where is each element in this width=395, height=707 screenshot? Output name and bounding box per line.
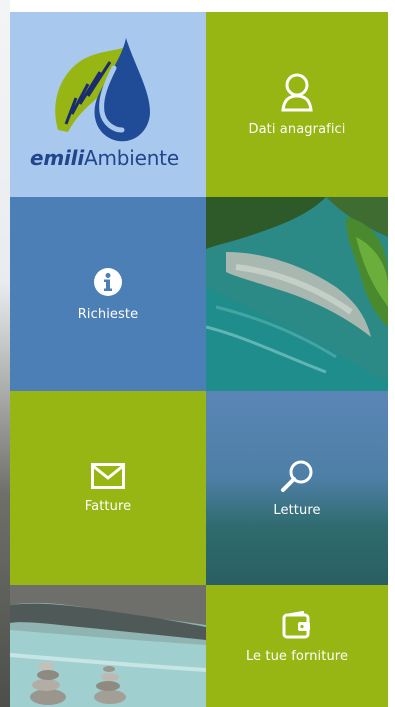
tile-dati-anagrafici[interactable]: Dati anagrafici bbox=[206, 12, 388, 197]
tile-label-dati-anagrafici: Dati anagrafici bbox=[248, 122, 346, 137]
tile-label-richieste: Richieste bbox=[77, 306, 139, 322]
user-icon bbox=[280, 72, 314, 112]
logo-wordmark: emiliAmbiente bbox=[30, 146, 179, 170]
tile-le-tue-forniture[interactable]: Le tue forniture bbox=[206, 585, 388, 707]
envelope-icon bbox=[91, 462, 125, 489]
tile-label-letture: Letture bbox=[273, 502, 321, 518]
tile-fatture[interactable]: Fatture bbox=[10, 391, 206, 585]
logo-wordmark-regular: Ambiente bbox=[83, 146, 179, 170]
info-icon bbox=[93, 267, 123, 297]
top-margin bbox=[0, 0, 395, 12]
left-edge bbox=[0, 0, 10, 707]
wallet-icon bbox=[282, 611, 312, 639]
stones-photo bbox=[10, 585, 206, 707]
logo-wordmark-bold: emili bbox=[30, 146, 84, 170]
emiliambiente-logo: emiliAmbiente bbox=[10, 12, 206, 197]
river-image bbox=[206, 197, 388, 391]
app-screen: emiliAmbiente Dati anagrafici Richieste … bbox=[0, 0, 395, 707]
tile-label-le-tue-forniture: Le tue forniture bbox=[245, 649, 349, 664]
stones-image bbox=[10, 585, 206, 707]
logo-tile: emiliAmbiente bbox=[10, 12, 206, 197]
tile-label-fatture: Fatture bbox=[84, 498, 132, 514]
menu-grid: emiliAmbiente Dati anagrafici Richieste … bbox=[10, 12, 388, 707]
tile-richieste[interactable]: Richieste bbox=[10, 197, 206, 391]
magnifier-icon bbox=[280, 459, 314, 493]
tile-letture[interactable]: Letture bbox=[206, 391, 388, 585]
river-photo bbox=[206, 197, 388, 391]
